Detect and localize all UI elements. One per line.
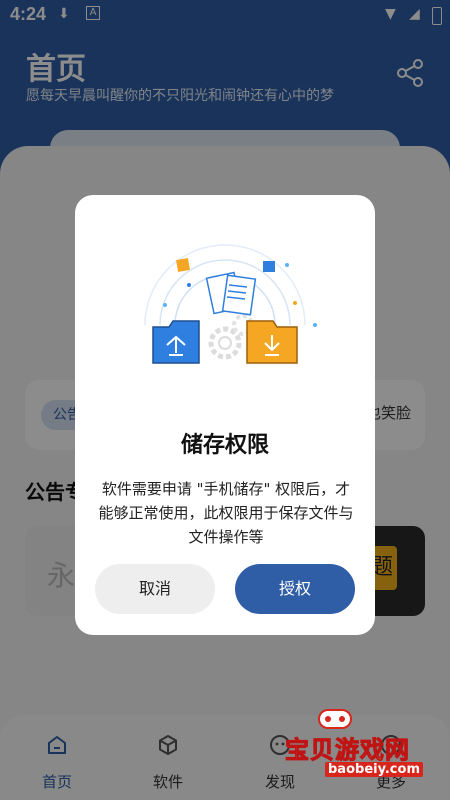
authorize-button[interactable]: 授权 [235, 564, 355, 614]
watermark-text: 宝贝游戏网 [285, 736, 410, 765]
gamepad-icon [318, 709, 352, 729]
watermark-url: baobeiy.com [325, 762, 423, 777]
permission-dialog: 储存权限 软件需要申请 "手机储存" 权限后，才能够正常使用，此权限用于保存文件… [75, 195, 375, 635]
storage-illustration-icon [144, 244, 317, 364]
cancel-button[interactable]: 取消 [95, 564, 215, 614]
dialog-title: 储存权限 [180, 433, 269, 458]
dialog-message: 软件需要申请 "手机储存" 权限后，才能够正常使用，此权限用于保存文件与文件操作… [98, 480, 354, 546]
app-screen: 4:24 ⬇ A ▼ ◢ 首页 愿每天早晨叫醒你的不只阳光和闹钟还有心中的梦 公… [0, 0, 450, 800]
watermark-logo: 宝贝游戏网 baobeiy.com [285, 704, 435, 784]
